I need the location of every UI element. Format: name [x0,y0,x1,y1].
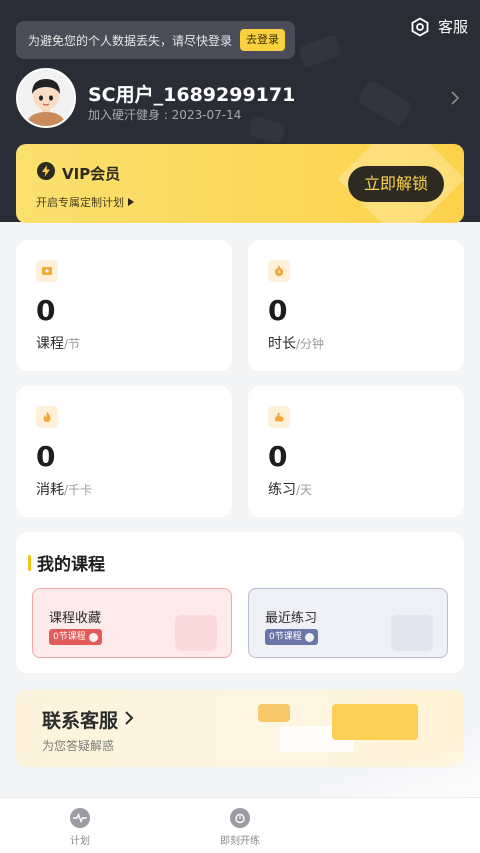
arrow-circle-icon [88,632,98,642]
vip-title: VIP会员 [36,161,120,185]
stat-label-text: 练习 [268,482,296,498]
customer-service-label: 客服 [437,18,468,36]
stat-card-practice: 0 练习/天 [248,386,464,517]
stat-label-text: 消耗 [36,482,64,498]
recent-practice-title: 最近练习 [265,611,318,626]
vip-title-text: VIP会员 [62,164,121,183]
login-button[interactable]: 去登录 [240,29,285,51]
tab-start-training[interactable]: 即刻开练 [200,808,280,847]
stat-unit: /千卡 [64,483,93,497]
unlock-vip-button[interactable]: 立即解锁 [348,166,444,202]
header-decoration [247,115,287,145]
pulse-icon [70,808,90,828]
vip-card[interactable]: VIP会员 开启专属定制计划 立即解锁 [16,144,464,223]
stat-card-calories: 0 消耗/千卡 [16,386,232,517]
muscle-icon [268,406,290,428]
stat-label-text: 时长 [268,336,296,352]
stat-label: 时长/分钟 [268,333,324,353]
recent-practice-button[interactable]: 最近练习 0节课程 [248,588,448,658]
stat-label: 课程/节 [36,333,80,353]
stat-value: 0 [268,440,288,473]
header-decoration [297,33,343,69]
tab-start-training-label: 即刻开练 [220,836,260,847]
stat-label: 练习/天 [268,479,312,499]
triangle-right-icon [128,196,134,209]
avatar[interactable] [16,68,76,128]
chat-bubble-icon [258,704,290,722]
tab-plan[interactable]: 计划 [40,808,120,847]
stopwatch-icon [268,260,290,282]
chevron-right-icon [124,709,134,731]
stat-card-courses: 0 课程/节 [16,240,232,371]
stat-label-text: 课程 [36,336,64,352]
recent-practice-count-badge: 0节课程 [265,629,318,645]
stat-label: 消耗/千卡 [36,479,92,499]
vip-subtitle-text: 开启专属定制计划 [36,196,124,209]
folder-heart-icon [175,615,217,651]
vip-subtitle: 开启专属定制计划 [36,194,134,210]
badge-text: 0节课程 [269,632,302,642]
stat-value: 0 [268,294,288,327]
login-reminder-banner: 为避免您的个人数据丢失，请尽快登录 去登录 [16,21,295,59]
stat-value: 0 [36,440,56,473]
course-favorites-title: 课程收藏 [49,611,102,626]
title-accent-bar [28,554,31,571]
tab-plan-label: 计划 [70,836,90,847]
course-favorites-count-badge: 0节课程 [49,629,102,645]
stat-unit: /分钟 [296,337,325,351]
course-icon [36,260,58,282]
stat-value: 0 [36,294,56,327]
chevron-right-icon[interactable] [450,90,460,110]
stat-unit: /节 [64,337,81,351]
bottom-tab-bar: 计划 即刻开练 [0,797,480,853]
section-title: 我的课程 [28,550,105,575]
join-date: 加入硬汗健身 : 2023-07-14 [88,108,242,122]
timer-icon [230,808,250,828]
stat-unit: /天 [296,483,313,497]
header-decoration [356,79,414,127]
user-name: SC用户_1689299171 [88,84,296,106]
badge-text: 0节课程 [53,632,86,642]
contact-title-text: 联系客服 [42,710,119,732]
course-favorites-button[interactable]: 课程收藏 0节课程 [32,588,232,658]
contact-title: 联系客服 [42,706,134,733]
lightning-icon [36,161,56,185]
my-courses-title: 我的课程 [37,555,105,575]
contact-subtitle: 为您答疑解惑 [42,739,115,753]
arrow-circle-icon [304,632,314,642]
login-reminder-text: 为避免您的个人数据丢失，请尽快登录 [28,33,233,48]
settings-hexagon-icon [410,16,430,37]
stat-card-duration: 0 时长/分钟 [248,240,464,371]
customer-service-button[interactable]: 客服 [410,16,468,37]
flame-icon [36,406,58,428]
my-courses-panel: 我的课程 课程收藏 0节课程 最近练习 0节课程 [16,532,464,673]
folder-clock-icon [391,615,433,651]
